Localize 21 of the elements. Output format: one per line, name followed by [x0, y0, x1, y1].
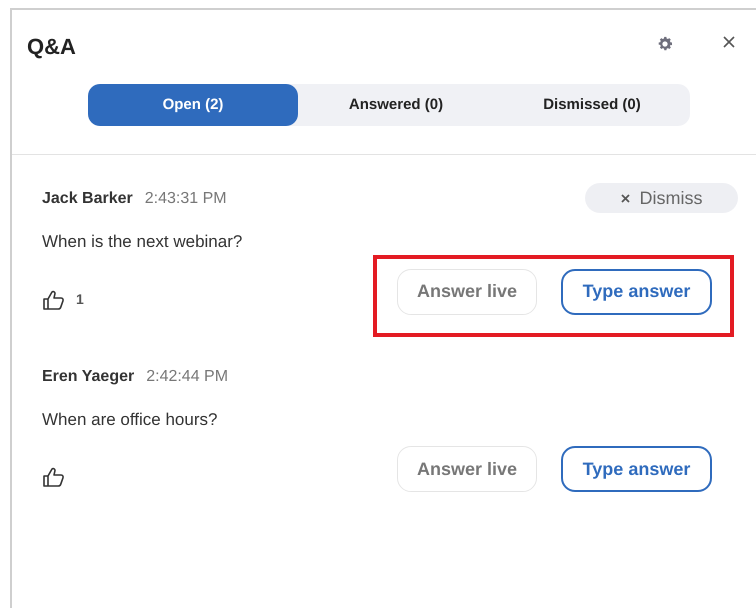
- answer-button[interactable]: Type answer: [561, 268, 712, 314]
- tab[interactable]: Open (2): [88, 84, 298, 126]
- dismiss-button[interactable]: Dismiss: [585, 183, 738, 213]
- panel-title: Q&A: [27, 33, 76, 61]
- timestamp: 2:42:44 PM: [146, 366, 228, 386]
- close-icon: [620, 194, 630, 202]
- answer-button[interactable]: Answer live: [397, 446, 537, 492]
- author-name: Eren Yaeger: [42, 366, 134, 386]
- thumbs-up-icon[interactable]: [42, 288, 66, 310]
- settings-icon[interactable]: [656, 35, 674, 53]
- question-text: When is the next webinar?: [42, 231, 242, 253]
- answer-button[interactable]: Type answer: [561, 446, 712, 492]
- timestamp: 2:43:31 PM: [144, 189, 227, 209]
- like-count: 1: [76, 290, 84, 309]
- author-name: Jack Barker: [42, 189, 133, 209]
- answer-button[interactable]: Answer live: [397, 268, 537, 314]
- thumbs-up-icon[interactable]: [42, 466, 66, 488]
- tab[interactable]: Dismissed (0): [494, 84, 690, 126]
- close-icon[interactable]: [722, 35, 736, 49]
- tab[interactable]: Answered (0): [298, 84, 494, 126]
- question-text: When are office hours?: [42, 408, 218, 430]
